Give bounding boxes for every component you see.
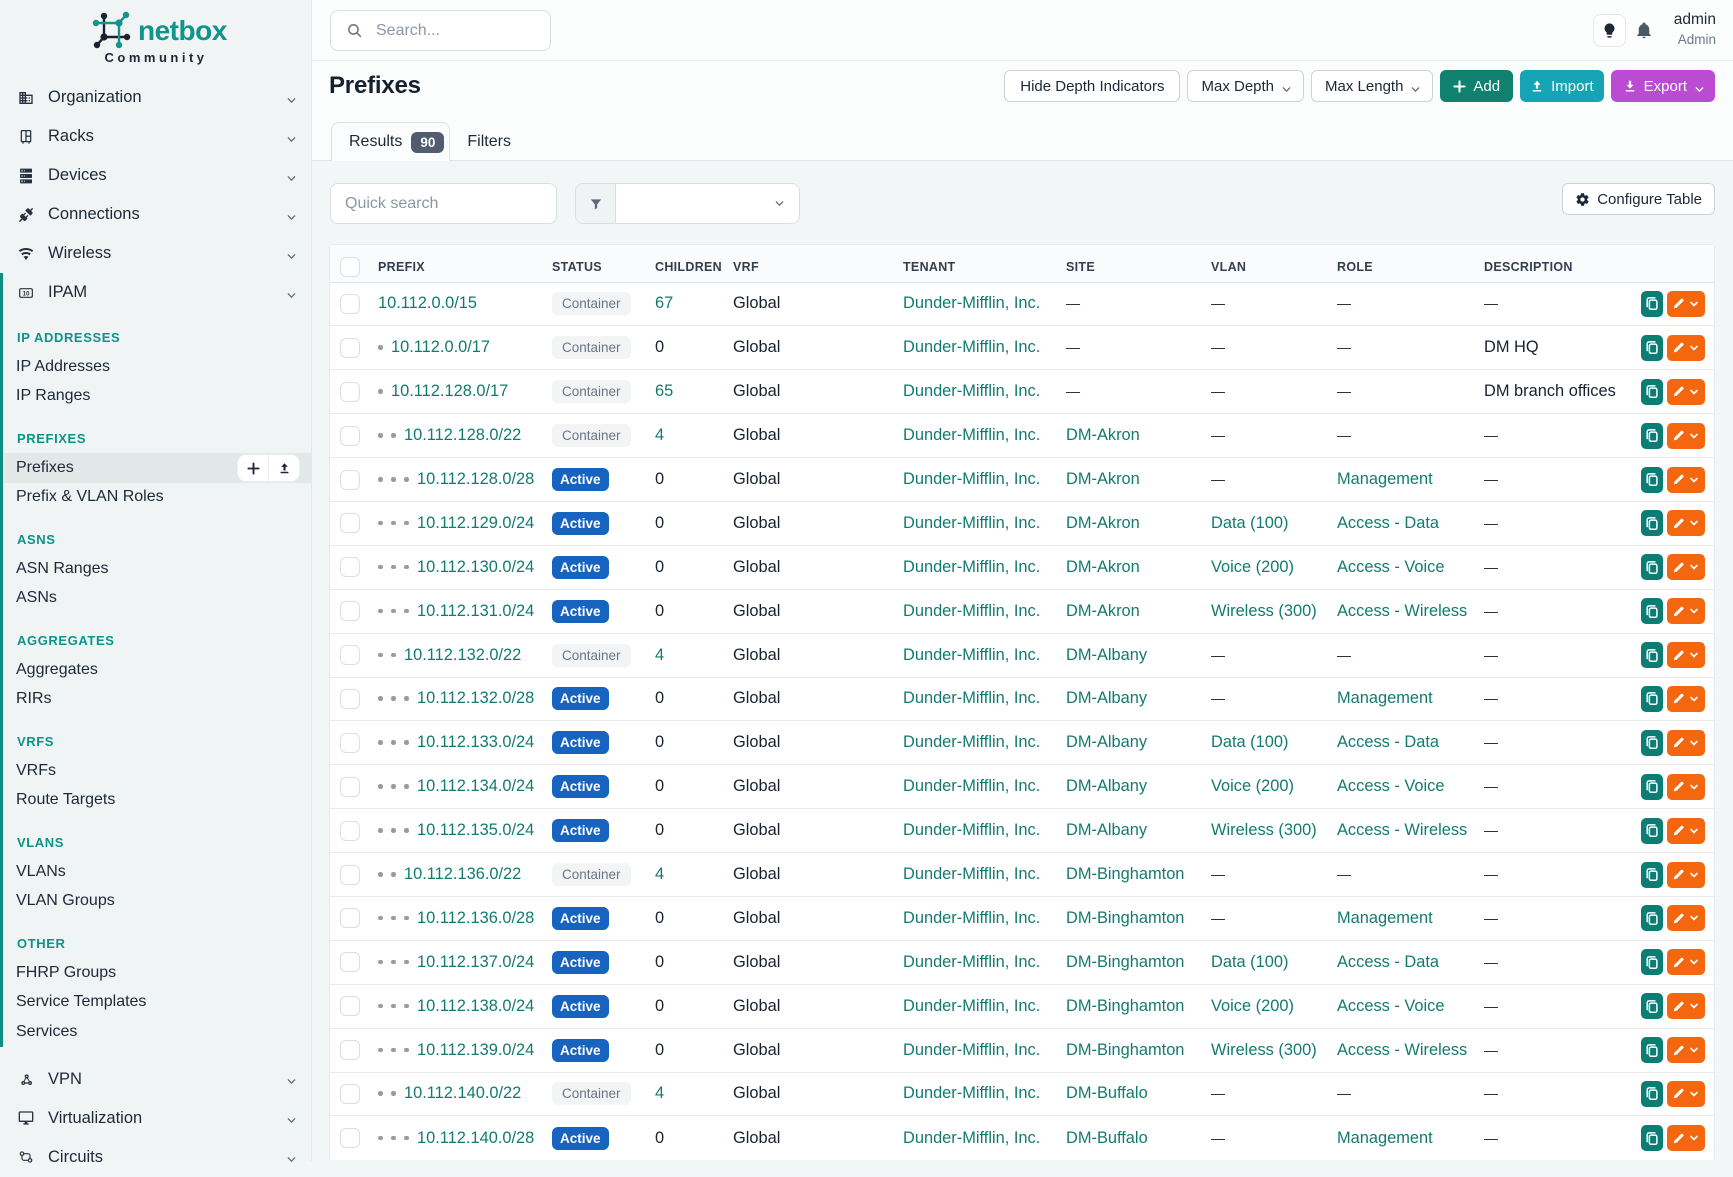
svg-text:10: 10 xyxy=(22,290,30,297)
